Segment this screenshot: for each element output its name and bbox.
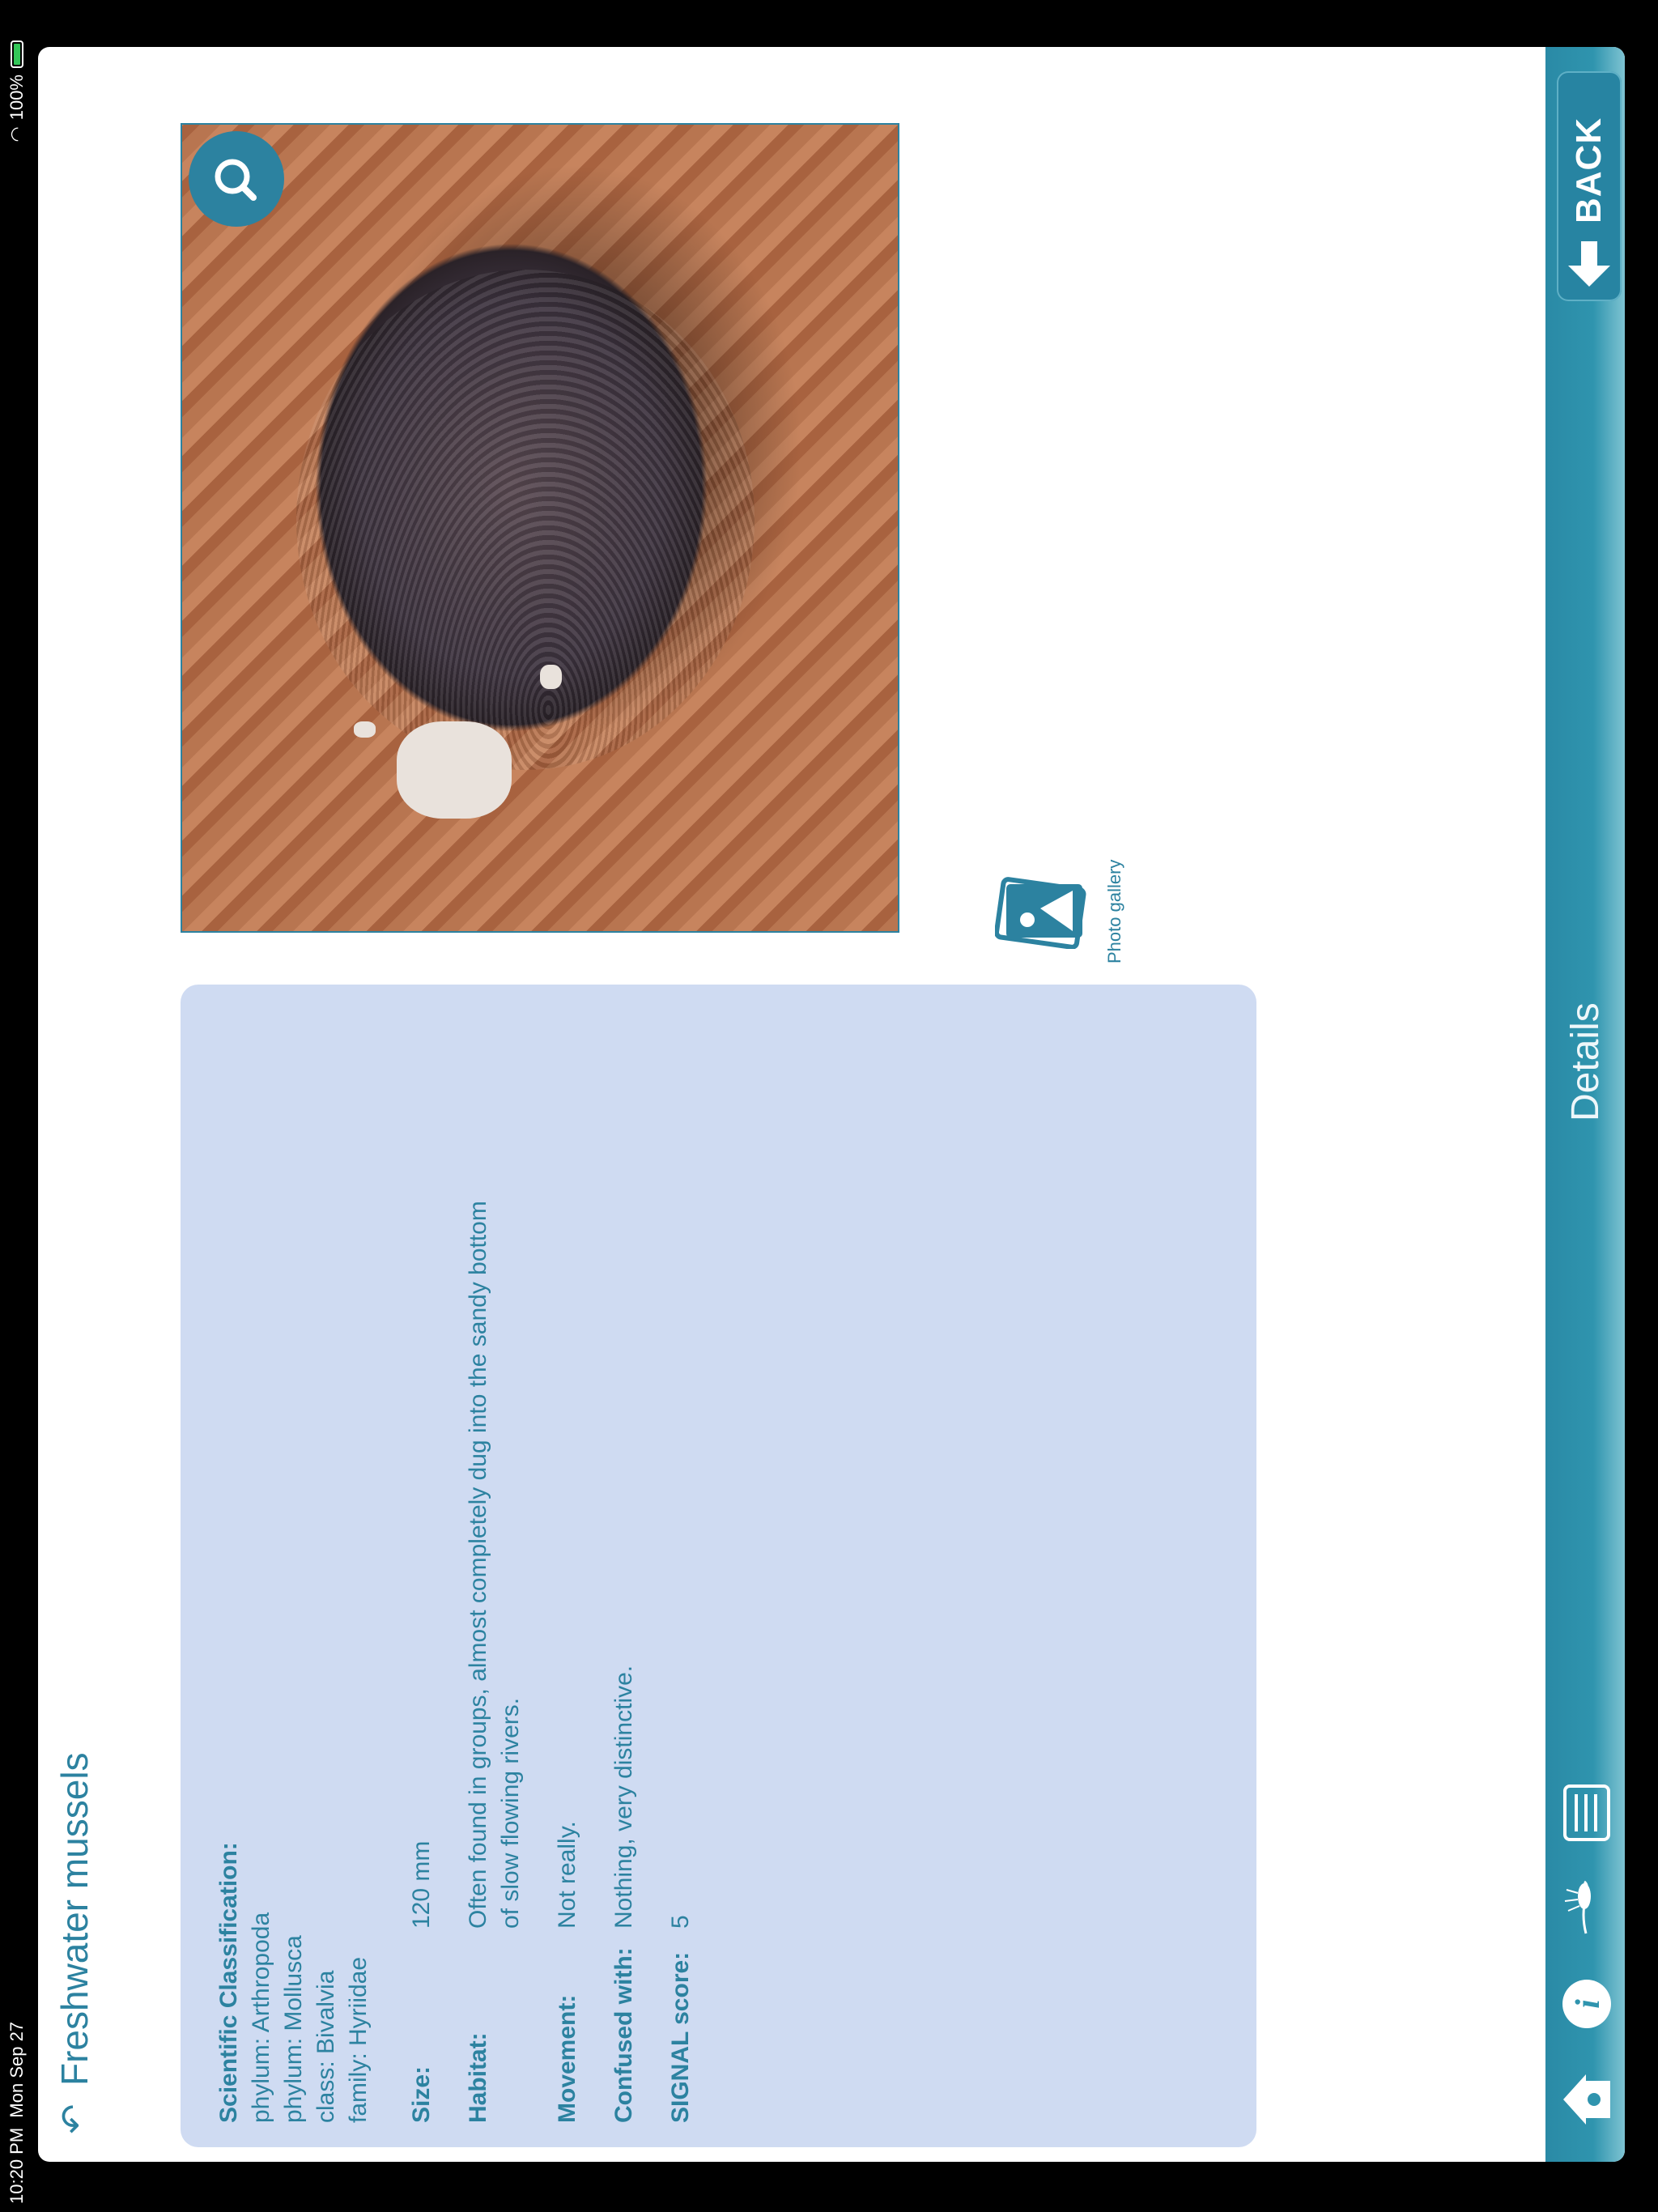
detail-value: Not really. [554, 1821, 580, 1929]
undo-icon[interactable]: ↶ [54, 2100, 94, 2138]
detail-value: 5 [667, 1915, 694, 1929]
detail-label: Confused with: [610, 1947, 637, 2123]
classification-lines: phylum: Arthropoda phylum: Mollusca clas… [248, 1912, 372, 2123]
detail-row-size: Size: 120 mm [406, 1201, 438, 2123]
detail-value: Often found in groups, almost completely… [465, 1201, 524, 1929]
status-bar: 10:20 PM Mon Sep 27 ◠ 100% [0, 0, 36, 2212]
detail-row-habitat: Habitat: Often found in groups, almost c… [462, 1201, 527, 2123]
detail-row-movement: Movement: Not really. [551, 1201, 584, 2123]
app-window: ↶ Freshwater mussels Scientific Classifi… [38, 47, 1625, 2162]
home-icon[interactable] [1557, 2069, 1617, 2129]
photo-gallery-button[interactable]: Photo gallery [993, 859, 1125, 963]
details-rows: Scientific Classification: phylum: Arthr… [213, 1201, 721, 2123]
back-arrow-icon [1568, 241, 1610, 287]
status-time: 10:20 PM Mon Sep 27 [6, 2021, 27, 2204]
detail-label: SIGNAL score: [667, 1951, 694, 2123]
bottom-toolbar: i Details BACK [1545, 47, 1625, 2162]
key-list-icon[interactable] [1557, 1783, 1617, 1843]
shell-patch [397, 721, 512, 819]
page-title: Freshwater mussels [53, 1752, 96, 2086]
battery-icon [11, 40, 23, 68]
status-right: ◠ 100% [6, 40, 28, 142]
app-content: ↶ Freshwater mussels Scientific Classifi… [38, 47, 1625, 2162]
details-card: Scientific Classification: phylum: Arthr… [181, 985, 1256, 2147]
back-label: BACK [1569, 117, 1609, 223]
svg-text:i: i [1570, 1999, 1607, 2009]
photo-gallery-icon [993, 874, 1096, 950]
toolbar-icons: i [1557, 1783, 1617, 2129]
classification-label: Scientific Classification: [215, 1842, 242, 2123]
shell-image [296, 270, 755, 770]
back-button[interactable]: BACK [1557, 71, 1622, 301]
photo-gallery-label: Photo gallery [1104, 859, 1124, 963]
info-icon[interactable]: i [1557, 1974, 1617, 2034]
detail-value: Nothing, very distinctive. [610, 1665, 637, 1929]
detail-value: 120 mm [408, 1840, 435, 1929]
detail-row-signal: SIGNAL score: 5 [665, 1201, 697, 2123]
battery-percent: 100% [6, 74, 27, 121]
creature-icon[interactable] [1557, 1878, 1617, 1938]
title-row: ↶ Freshwater mussels [53, 1752, 96, 2138]
detail-label: Size: [408, 2065, 435, 2123]
detail-row-confused: Confused with: Nothing, very distinctive… [608, 1201, 640, 2123]
detail-label: Movement: [554, 1994, 580, 2123]
detail-label: Habitat: [465, 2032, 491, 2123]
wifi-icon: ◠ [6, 126, 27, 143]
shell-patch [540, 665, 562, 690]
magnifier-icon[interactable] [189, 131, 284, 227]
shell-patch [354, 721, 376, 738]
toolbar-title: Details [1564, 1002, 1607, 1121]
specimen-photo[interactable] [181, 123, 899, 933]
